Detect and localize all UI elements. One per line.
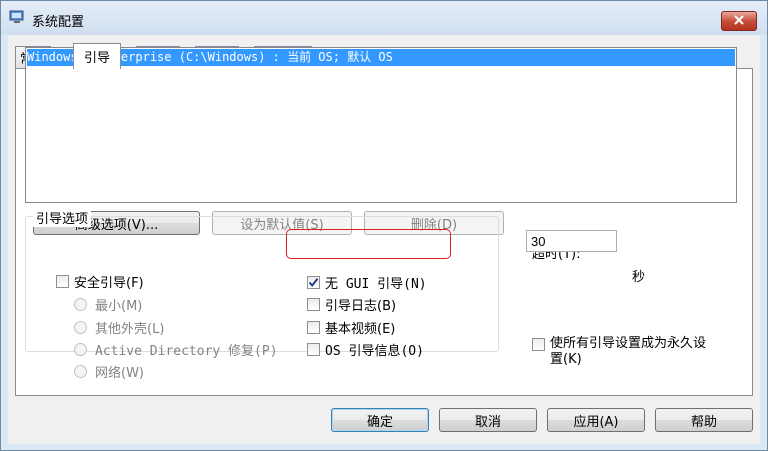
permanent-label: 使所有引导设置成为永久设 置(K) [550, 336, 706, 368]
apply-button[interactable]: 应用(A) [547, 408, 645, 432]
radio-label: 网络(W) [95, 366, 144, 381]
safe-mode-ad-repair-radio[interactable]: Active Directory 修复(P) [74, 340, 278, 359]
boot-log-box[interactable] [307, 298, 320, 311]
os-boot-info-label: OS 引导信息(O) [325, 344, 424, 359]
safe-boot-checkbox[interactable]: 安全引导(F) [56, 272, 144, 291]
base-video-box[interactable] [307, 321, 320, 334]
tab-boot[interactable]: 引导 [73, 43, 121, 69]
timeout-input[interactable] [526, 230, 617, 252]
permanent-label-line1: 使所有引导设置成为永久设 [550, 336, 707, 351]
close-button[interactable] [721, 11, 757, 31]
safe-mode-alternate-shell-radio[interactable]: 其他外壳(L) [74, 318, 164, 337]
highlight-box [286, 229, 451, 259]
permanent-checkbox[interactable]: 使所有引导设置成为永久设 置(K) [532, 336, 706, 368]
radio-circle[interactable] [74, 343, 87, 356]
boot-options-label: 引导选项 [33, 208, 92, 227]
radio-circle[interactable] [74, 298, 87, 311]
base-video-label: 基本视频(E) [325, 322, 396, 337]
os-list[interactable]: Windows 7 Enterprise (C:\Windows) : 当前 O… [25, 47, 737, 203]
os-boot-info-checkbox[interactable]: OS 引导信息(O) [307, 340, 424, 359]
system-config-icon [9, 10, 25, 24]
radio-label: Active Directory 修复(P) [95, 344, 278, 359]
os-boot-info-box[interactable] [307, 343, 320, 356]
boot-log-checkbox[interactable]: 引导日志(B) [307, 295, 396, 314]
help-button[interactable]: 帮助 [655, 408, 753, 432]
base-video-checkbox[interactable]: 基本视频(E) [307, 318, 395, 337]
close-icon [733, 14, 745, 29]
window-title: 系统配置 [32, 15, 85, 30]
permanent-box[interactable] [532, 338, 545, 351]
safe-mode-minimal-radio[interactable]: 最小(M) [74, 295, 142, 314]
radio-label: 最小(M) [95, 299, 143, 314]
no-gui-boot-box[interactable] [307, 276, 320, 289]
safe-boot-label: 安全引导(F) [74, 276, 144, 291]
no-gui-boot-label: 无 GUI 引导(N) [325, 277, 427, 292]
safe-mode-network-radio[interactable]: 网络(W) [74, 362, 144, 381]
checkmark-icon [308, 278, 319, 288]
os-list-item[interactable]: Windows 7 Enterprise (C:\Windows) : 当前 O… [27, 49, 735, 66]
radio-label: 其他外壳(L) [95, 322, 165, 337]
safe-boot-box[interactable] [56, 275, 69, 288]
timeout-unit: 秒 [632, 270, 646, 285]
radio-circle[interactable] [74, 365, 87, 378]
radio-circle[interactable] [74, 321, 87, 334]
ok-button[interactable]: 确定 [331, 408, 429, 432]
no-gui-boot-checkbox[interactable]: 无 GUI 引导(N) [307, 273, 427, 292]
boot-log-label: 引导日志(B) [325, 299, 397, 314]
title-bar[interactable]: 系统配置 [1, 1, 767, 35]
permanent-label-line2: 置(K) [550, 352, 582, 367]
cancel-button[interactable]: 取消 [439, 408, 537, 432]
system-config-window: 系统配置 常规 引导 服务 启动 工具 Windows 7 Enterprise… [0, 0, 768, 451]
